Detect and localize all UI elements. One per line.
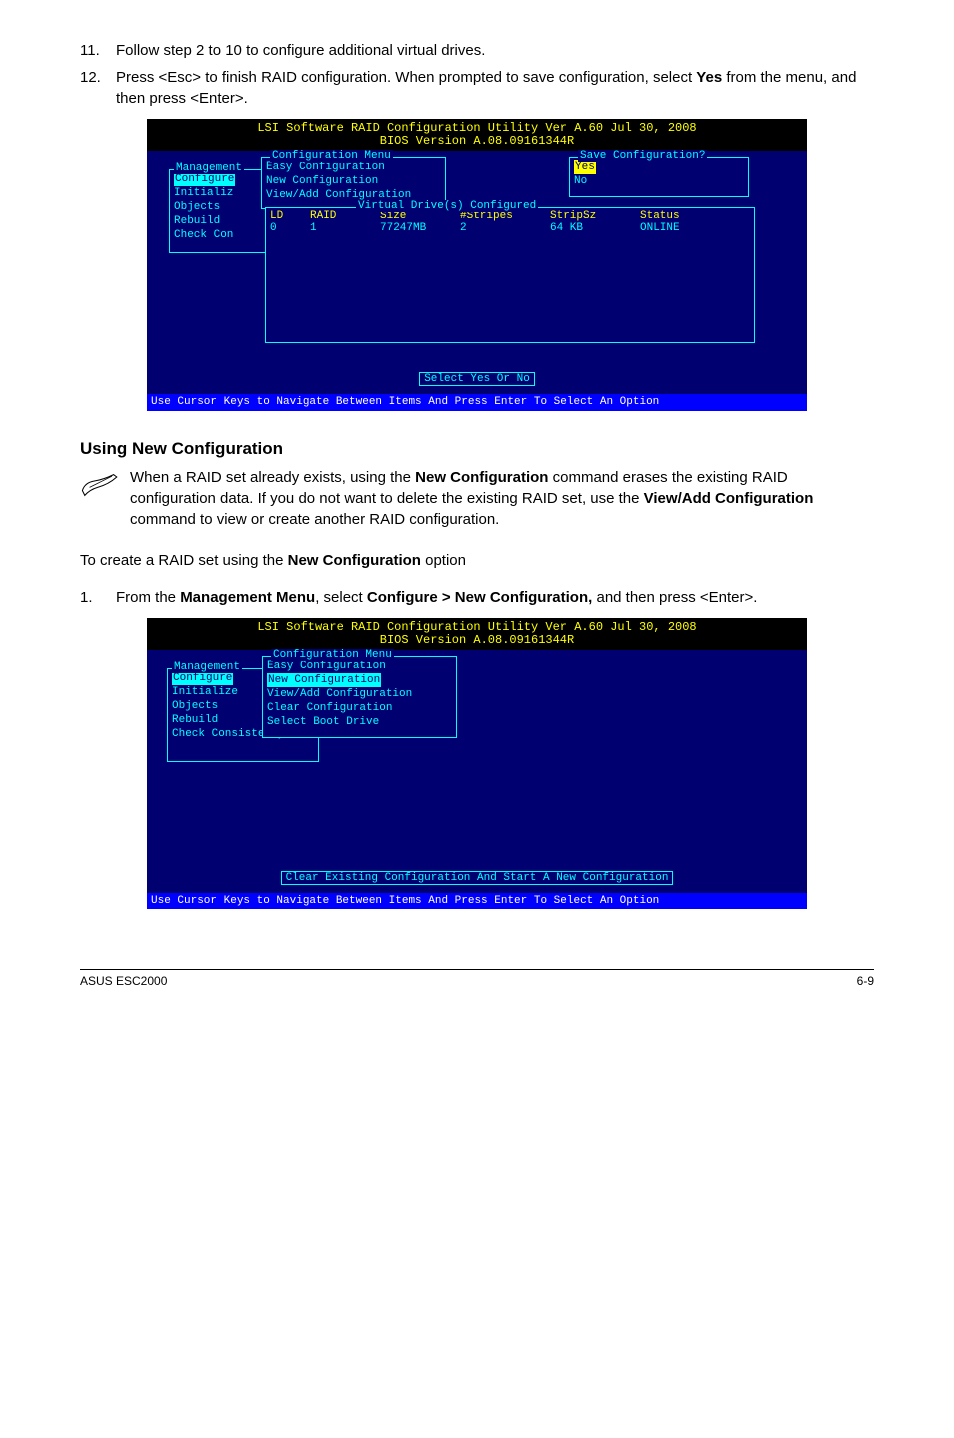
note-block: When a RAID set already exists, using th…: [80, 467, 874, 530]
bios-screenshot-new-configuration: LSI Software RAID Configuration Utility …: [147, 618, 807, 910]
save-configuration-panel: Save Configuration? Yes No: [569, 157, 749, 197]
bios-title-line1: LSI Software RAID Configuration Utility …: [147, 621, 807, 634]
management-menu-panel: Management Configure Initializ Objects R…: [169, 169, 269, 253]
menu-item: Check Con: [174, 228, 264, 242]
step-text: Press <Esc> to finish RAID configuration…: [116, 67, 874, 109]
step-number: 12.: [80, 67, 116, 109]
prompt-box: Select Yes Or No: [419, 372, 535, 386]
footer-page-number: 6-9: [857, 974, 874, 988]
section-title: Using New Configuration: [80, 439, 874, 459]
menu-item-configure: Configure: [174, 172, 264, 186]
panel-title: Virtual Drive(s) Configured: [356, 200, 538, 212]
bios-footer: Use Cursor Keys to Navigate Between Item…: [147, 394, 807, 410]
bios-title-line2: BIOS Version A.08.09161344R: [147, 135, 807, 148]
step-number: 11.: [80, 40, 116, 61]
bios-prompt-area: Select Yes Or No: [147, 366, 807, 394]
panel-title: Save Configuration?: [578, 150, 707, 162]
note-text: When a RAID set already exists, using th…: [130, 467, 874, 530]
menu-item: Objects: [174, 200, 264, 214]
save-option-yes: Yes: [574, 160, 744, 174]
bios-prompt-area: Clear Existing Configuration And Start A…: [147, 865, 807, 893]
panel-title: Management: [172, 661, 242, 673]
step-12: 12. Press <Esc> to finish RAID configura…: [80, 67, 874, 109]
bios-header: LSI Software RAID Configuration Utility …: [147, 119, 807, 151]
menu-item-new-configuration: New Configuration: [267, 673, 452, 687]
step-11: 11. Follow step 2 to 10 to configure add…: [80, 40, 874, 61]
menu-item: Select Boot Drive: [267, 715, 452, 729]
body-paragraph: To create a RAID set using the New Confi…: [80, 550, 874, 571]
menu-item: Rebuild: [174, 214, 264, 228]
bios-title-line2: BIOS Version A.08.09161344R: [147, 634, 807, 647]
menu-item: Easy Configuration: [267, 659, 452, 673]
page-footer: ASUS ESC2000 6-9: [80, 969, 874, 988]
pencil-note-icon: [80, 467, 130, 503]
menu-item: Initializ: [174, 186, 264, 200]
step-text: Follow step 2 to 10 to configure additio…: [116, 40, 874, 61]
menu-item: View/Add Configuration: [267, 687, 452, 701]
save-option-no: No: [574, 174, 744, 188]
panel-title: Configuration Menu: [270, 150, 393, 162]
bios-footer: Use Cursor Keys to Navigate Between Item…: [147, 893, 807, 909]
menu-item: Easy Configuration: [266, 160, 441, 174]
step-text: From the Management Menu, select Configu…: [116, 587, 874, 608]
vd-table-row: 0 1 77247MB 2 64 KB ONLINE: [270, 222, 750, 234]
step-number: 1.: [80, 587, 116, 608]
panel-title: Configuration Menu: [271, 649, 394, 661]
step-1: 1. From the Management Menu, select Conf…: [80, 587, 874, 608]
prompt-box: Clear Existing Configuration And Start A…: [281, 871, 674, 885]
bios-body: Management Configure Initialize Objects …: [147, 650, 807, 865]
footer-left: ASUS ESC2000: [80, 974, 167, 988]
virtual-drives-panel: Virtual Drive(s) Configured LD RAID Size…: [265, 207, 755, 343]
panel-title: Management: [174, 162, 244, 174]
bios-header: LSI Software RAID Configuration Utility …: [147, 618, 807, 650]
bios-body: Management Configure Initializ Objects R…: [147, 151, 807, 366]
configuration-menu-panel: Configuration Menu Easy Configuration Ne…: [262, 656, 457, 738]
menu-item: Clear Configuration: [267, 701, 452, 715]
document-page: 11. Follow step 2 to 10 to configure add…: [0, 0, 954, 1008]
menu-item: New Configuration: [266, 174, 441, 188]
bios-screenshot-save-configuration: LSI Software RAID Configuration Utility …: [147, 119, 807, 411]
